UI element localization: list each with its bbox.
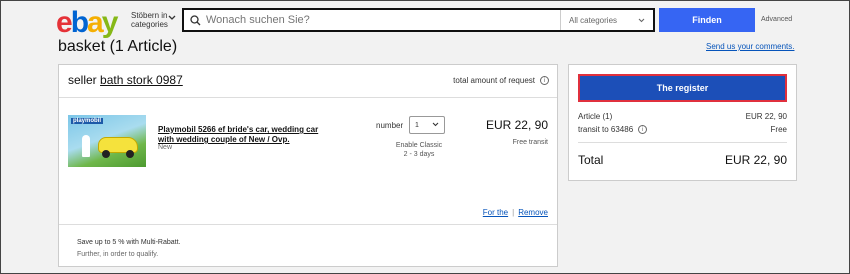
save-for-later-link[interactable]: For the xyxy=(483,208,508,217)
ebay-logo[interactable]: ebay xyxy=(56,5,126,39)
seller-prefix: seller xyxy=(68,73,97,87)
separator: | xyxy=(512,208,515,217)
browse-label-line1: Stöbern in xyxy=(131,11,168,20)
discount-line: Save up to 5 % with Multi-Rabatt. xyxy=(77,239,181,246)
wheel-shape xyxy=(126,150,134,158)
quantity-value: 1 xyxy=(415,121,419,129)
divider xyxy=(59,97,557,98)
summary-total-row: Total EUR 22, 90 xyxy=(578,153,787,167)
figure-shape xyxy=(82,135,90,157)
chevron-down-icon xyxy=(638,16,645,25)
page-frame: ebay Stöbern in categories All categorie… xyxy=(0,0,850,274)
article-value: EUR 22, 90 xyxy=(745,112,787,121)
seller-line: seller bath stork 0987 xyxy=(68,73,183,87)
chevron-down-icon xyxy=(432,122,439,129)
chevron-down-icon xyxy=(168,14,176,23)
total-value: EUR 22, 90 xyxy=(724,153,787,167)
send-comments-link[interactable]: Send us your comments. xyxy=(706,42,794,51)
category-select-value: All categories xyxy=(569,15,618,25)
find-button[interactable]: Finden xyxy=(659,8,755,32)
checkout-button[interactable]: The register xyxy=(578,74,787,102)
shipping-cost: Free transit xyxy=(512,139,548,146)
total-label: Total xyxy=(578,153,604,167)
shipping-info: Enable Classic 2 - 3 days xyxy=(385,141,453,159)
info-icon[interactable]: i xyxy=(540,76,549,85)
browse-label-line2: categories xyxy=(131,20,168,29)
wheel-shape xyxy=(102,150,110,158)
transit-label: transit to 63486 xyxy=(578,125,634,134)
seller-name-link[interactable]: bath stork 0987 xyxy=(100,73,183,87)
divider xyxy=(578,142,787,143)
shipping-method: Enable Classic xyxy=(395,142,443,149)
multi-discount-info: Save up to 5 % with Multi-Rabatt. Furthe… xyxy=(77,237,181,261)
article-label: Article (1) xyxy=(578,112,613,121)
divider xyxy=(59,224,557,225)
transit-value: Free xyxy=(770,125,787,134)
category-select[interactable]: All categories xyxy=(560,10,653,30)
browse-categories-button[interactable]: Stöbern in categories xyxy=(131,11,176,29)
total-request: total amount of request i xyxy=(453,76,549,85)
item-actions: For the | Remove xyxy=(483,208,548,217)
info-icon[interactable]: i xyxy=(638,125,648,134)
search-input[interactable] xyxy=(206,10,560,30)
item-condition: New xyxy=(158,144,173,151)
item-thumbnail[interactable]: playmobil xyxy=(68,115,146,167)
total-request-label: total amount of request xyxy=(453,76,535,85)
quantity-select[interactable]: 1 xyxy=(409,116,445,134)
quantity-label: number xyxy=(376,121,404,130)
search-icon xyxy=(184,14,206,26)
item-price: EUR 22, 90 xyxy=(485,118,548,132)
order-summary: The register Article (1) EUR 22, 90 tran… xyxy=(568,64,797,181)
svg-text:ebay: ebay xyxy=(56,6,119,39)
item-title-link[interactable]: Playmobil 5266 ef bride's car, wedding c… xyxy=(158,125,333,145)
search-bar: All categories xyxy=(182,8,655,32)
discount-subline: Further, in order to qualify. xyxy=(77,251,159,258)
advanced-search-link[interactable]: Advanced xyxy=(761,16,792,23)
cart-panel: seller bath stork 0987 total amount of r… xyxy=(58,64,558,267)
summary-article-row: Article (1) EUR 22, 90 xyxy=(578,112,787,121)
summary-transit-row: transit to 63486 i Free xyxy=(578,125,787,134)
remove-link[interactable]: Remove xyxy=(518,208,548,217)
shipping-time: 2 - 3 days xyxy=(403,151,435,158)
transit-label-wrap: transit to 63486 i xyxy=(578,125,648,134)
thumbnail-brand-label: playmobil xyxy=(71,118,104,124)
page-title: basket (1 Article) xyxy=(58,38,178,55)
